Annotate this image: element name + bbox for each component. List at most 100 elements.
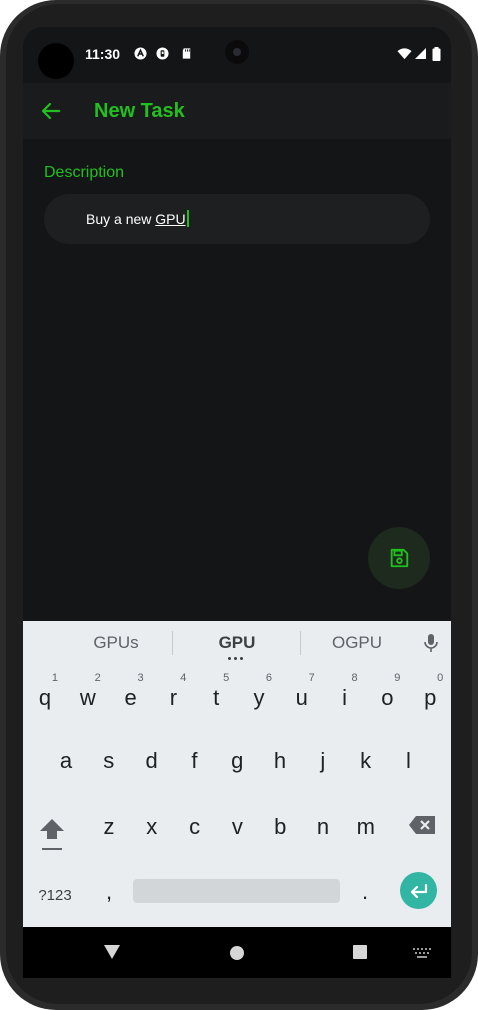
key-label: d [145,748,158,773]
wifi-icon [397,48,412,60]
key-label: b [274,814,287,839]
backspace-key-icon[interactable] [408,815,436,835]
back-arrow-icon[interactable] [39,99,63,123]
key[interactable]: m [346,802,386,852]
key[interactable]: g [217,736,257,786]
key[interactable]: v [217,802,257,852]
key-number-hint: 2 [94,672,101,684]
keyboard-switch-icon[interactable] [413,948,431,958]
key-label: m [356,814,375,839]
key-label: o [381,685,394,710]
key[interactable]: o9 [367,672,407,723]
key-label: a [59,748,73,773]
key-label: k [360,748,372,773]
key-label: p [424,685,437,710]
key[interactable]: c [175,802,215,852]
sd-card-icon [182,48,191,59]
microphone-icon[interactable] [423,633,439,653]
assistant-icon [134,47,147,60]
key-label: i [342,685,348,710]
battery-icon [432,47,441,61]
key[interactable]: p0 [410,672,450,723]
key[interactable]: y6 [239,672,279,723]
cast-icon [156,47,169,60]
enter-icon [410,883,427,898]
key[interactable]: d [132,736,172,786]
key[interactable]: n [303,802,343,852]
key[interactable]: q1 [25,672,65,723]
key-label: y [253,685,265,710]
volume-button [474,370,478,480]
screen: 11:30 New Task Description Buy a new GPU… [23,27,451,978]
key-number-hint: 6 [265,672,272,684]
key-label: f [191,748,198,773]
key-number-hint: 3 [137,672,144,684]
key[interactable]: w2 [68,672,108,723]
key-number-hint: 9 [394,672,401,684]
comma-key[interactable]: , [89,867,129,917]
key-label: n [316,814,330,839]
key-number-hint: 7 [308,672,315,684]
more-suggestions-dots[interactable] [228,657,244,661]
save-button[interactable] [368,527,430,589]
nav-home-icon[interactable] [230,946,244,960]
status-time: 11:30 [85,46,121,62]
key-label: s [103,748,115,773]
key[interactable]: k [346,736,386,786]
composing-text: GPU [155,211,186,227]
camera-cutout [38,43,74,79]
suggestion-right[interactable]: OGPU [292,633,422,653]
key-label: q [38,685,52,710]
key[interactable]: a [46,736,86,786]
key[interactable]: b [260,802,300,852]
key-label: l [405,748,411,773]
key-number-hint: 5 [223,672,230,684]
key-label: e [124,685,137,710]
status-bar: 11:30 [23,27,451,83]
key-label: w [79,685,96,710]
phone-frame: 11:30 New Task Description Buy a new GPU… [0,0,478,1010]
key-label: h [273,748,287,773]
nav-back-icon[interactable] [103,944,121,960]
space-key[interactable] [133,879,340,903]
text-caret [186,210,189,227]
period-key[interactable]: . [345,867,385,917]
key-label: j [320,748,326,773]
key-number-hint: 1 [51,672,58,684]
key-label: t [213,685,220,710]
enter-key[interactable] [400,872,437,909]
page-title: New Task [94,100,185,122]
shift-key-icon[interactable] [37,817,67,853]
description-value[interactable]: Buy a new GPU [86,210,189,227]
key-label: c [189,814,201,839]
key-number-hint: 8 [351,672,358,684]
description-label: Description [44,164,125,181]
key[interactable]: s [89,736,129,786]
symbols-key[interactable]: ?123 [31,881,79,911]
key[interactable]: j [303,736,343,786]
key[interactable]: i8 [325,672,365,723]
key[interactable]: h [260,736,300,786]
key[interactable]: f [174,736,214,786]
nav-recents-icon[interactable] [353,945,367,959]
navigation-bar [23,927,451,978]
front-camera [225,40,249,64]
app-bar: New Task [23,83,451,139]
key[interactable]: r4 [153,672,193,723]
description-input[interactable]: Buy a new GPU [44,194,430,244]
key-label: g [231,748,244,773]
key[interactable]: e3 [111,672,151,723]
signal-icon [415,48,426,59]
key[interactable]: u7 [282,672,322,723]
key[interactable]: z [89,802,129,852]
suggestion-left[interactable]: GPUs [51,633,181,653]
key-number-hint: 4 [180,672,187,684]
description-prefix: Buy a new [86,211,156,227]
key-label: r [169,685,178,710]
key-label: x [146,814,158,839]
key[interactable]: l [388,736,428,786]
key-label: v [231,814,243,839]
key[interactable]: t5 [196,672,236,723]
suggestion-center[interactable]: GPU [172,633,302,653]
key[interactable]: x [132,802,172,852]
